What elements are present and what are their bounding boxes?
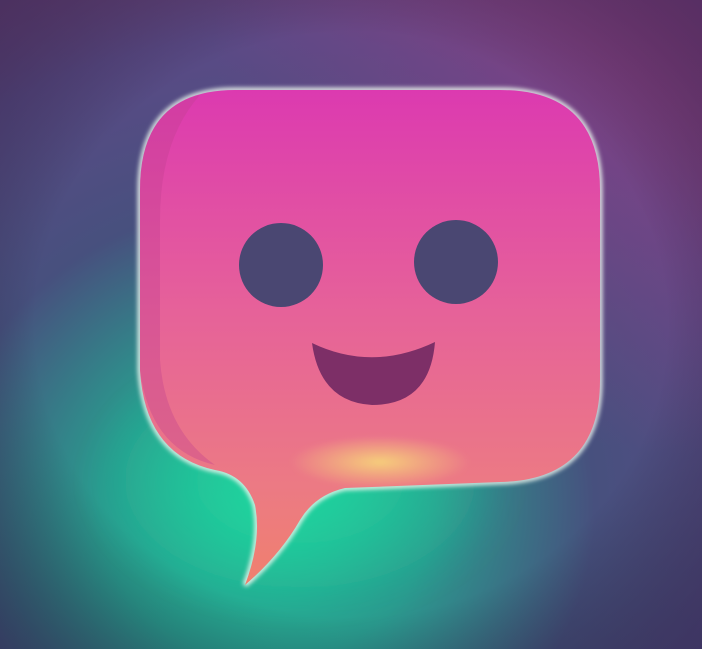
left-eye (239, 223, 323, 307)
right-eye (414, 220, 498, 304)
chat-bubble-illustration (0, 0, 702, 649)
illustration-canvas (0, 0, 702, 649)
warm-highlight (290, 436, 470, 488)
